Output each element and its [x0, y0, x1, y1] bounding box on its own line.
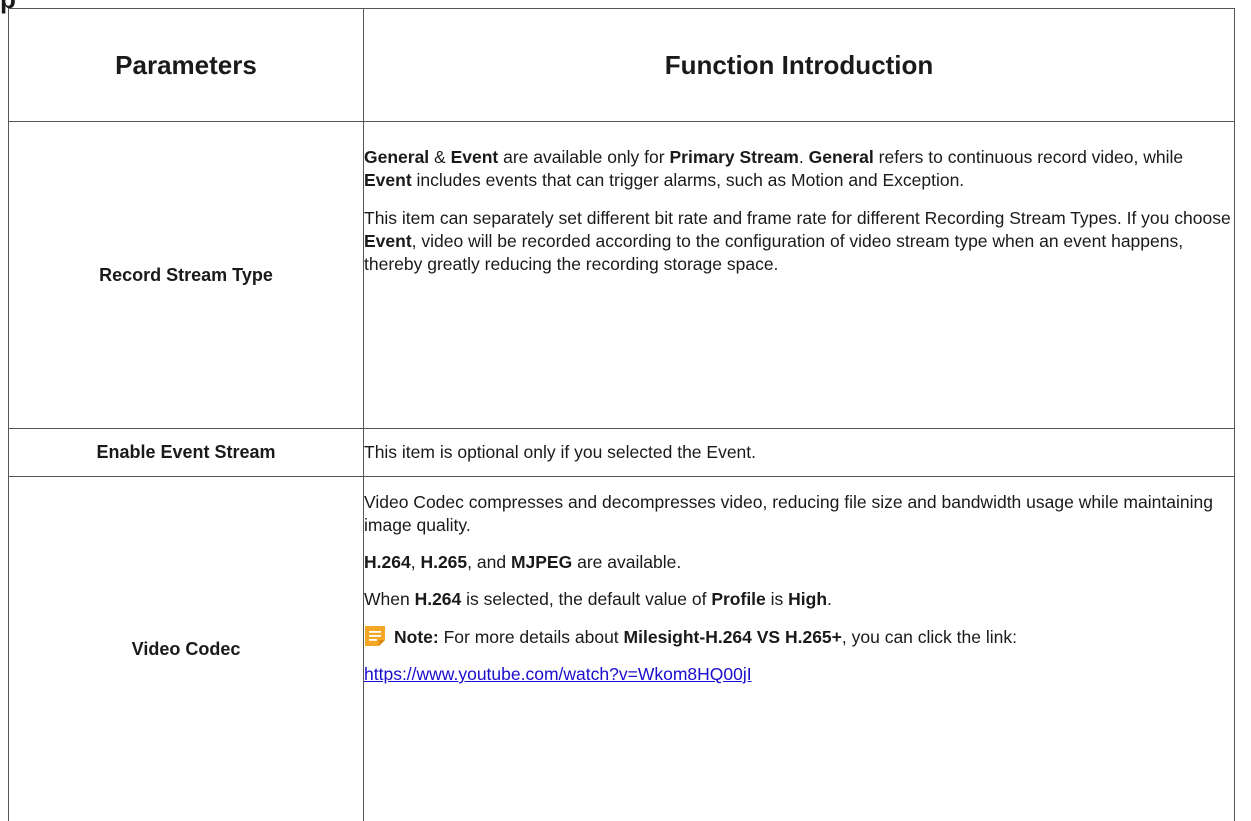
note-topic: Milesight-H.264 VS H.265+ — [624, 627, 842, 647]
bold-term: Event — [364, 231, 412, 251]
text-fragment: is selected, the default value of — [461, 589, 711, 609]
desc-paragraph: This item can separately set different b… — [364, 207, 1234, 276]
profile-label: Profile — [711, 589, 765, 609]
param-record-stream-type: Record Stream Type — [9, 122, 364, 429]
note-paragraph: Note: For more details about Milesight-H… — [364, 625, 1234, 649]
table-row-video-codec: Video Codec Video Codec compresses and d… — [9, 477, 1235, 821]
codec-list-tail: are available. — [572, 552, 681, 572]
header-function-introduction: Function Introduction — [364, 9, 1235, 122]
desc-paragraph: Video Codec compresses and decompresses … — [364, 491, 1234, 537]
text-fragment: includes events that can trigger alarms,… — [412, 170, 965, 190]
profile-value: High — [788, 589, 827, 609]
link-paragraph: https://www.youtube.com/watch?v=Wkom8HQ0… — [364, 663, 1234, 686]
profile-default: When H.264 is selected, the default valu… — [364, 588, 1234, 611]
bold-term: General — [364, 147, 429, 167]
bold-term: Event — [364, 170, 412, 190]
parameters-table: Parameters Function Introduction Record … — [8, 8, 1235, 821]
text-fragment: . — [827, 589, 832, 609]
codec-h264: H.264 — [364, 552, 411, 572]
text-fragment: , video will be recorded according to th… — [364, 231, 1183, 274]
table-row-record-stream-type: Record Stream Type General & Event are a… — [9, 122, 1235, 429]
codec-list: H.264, H.265, and MJPEG are available. — [364, 551, 1234, 574]
desc-video-codec: Video Codec compresses and decompresses … — [364, 477, 1235, 821]
text-fragment: . — [799, 147, 809, 167]
separator: , and — [467, 552, 511, 572]
bold-term: Event — [451, 147, 499, 167]
text-fragment: For more details about — [439, 627, 624, 647]
text-fragment: is — [766, 589, 788, 609]
text-fragment: , you can click the link: — [842, 627, 1017, 647]
codec-h265: H.265 — [420, 552, 467, 572]
note-icon — [364, 625, 386, 647]
text-fragment: & — [429, 147, 450, 167]
bold-term: General — [809, 147, 874, 167]
header-parameters: Parameters — [9, 9, 364, 122]
text-fragment: This item can separately set different b… — [364, 208, 1231, 228]
codec-h264: H.264 — [415, 589, 462, 609]
text-fragment: When — [364, 589, 415, 609]
param-video-codec: Video Codec — [9, 477, 364, 821]
desc-paragraph: General & Event are available only for P… — [364, 146, 1234, 192]
text-fragment: are available only for — [498, 147, 669, 167]
separator: , — [411, 552, 421, 572]
youtube-link[interactable]: https://www.youtube.com/watch?v=Wkom8HQ0… — [364, 664, 752, 684]
param-enable-event-stream: Enable Event Stream — [9, 429, 364, 477]
desc-enable-event-stream: This item is optional only if you select… — [364, 429, 1235, 477]
bold-term: Primary Stream — [669, 147, 798, 167]
text-fragment: refers to continuous record video, while — [874, 147, 1183, 167]
desc-record-stream-type: General & Event are available only for P… — [364, 122, 1235, 429]
codec-mjpeg: MJPEG — [511, 552, 572, 572]
note-label: Note: — [394, 627, 439, 647]
table-row-enable-event-stream: Enable Event Stream This item is optiona… — [9, 429, 1235, 477]
table-header-row: Parameters Function Introduction — [9, 9, 1235, 122]
